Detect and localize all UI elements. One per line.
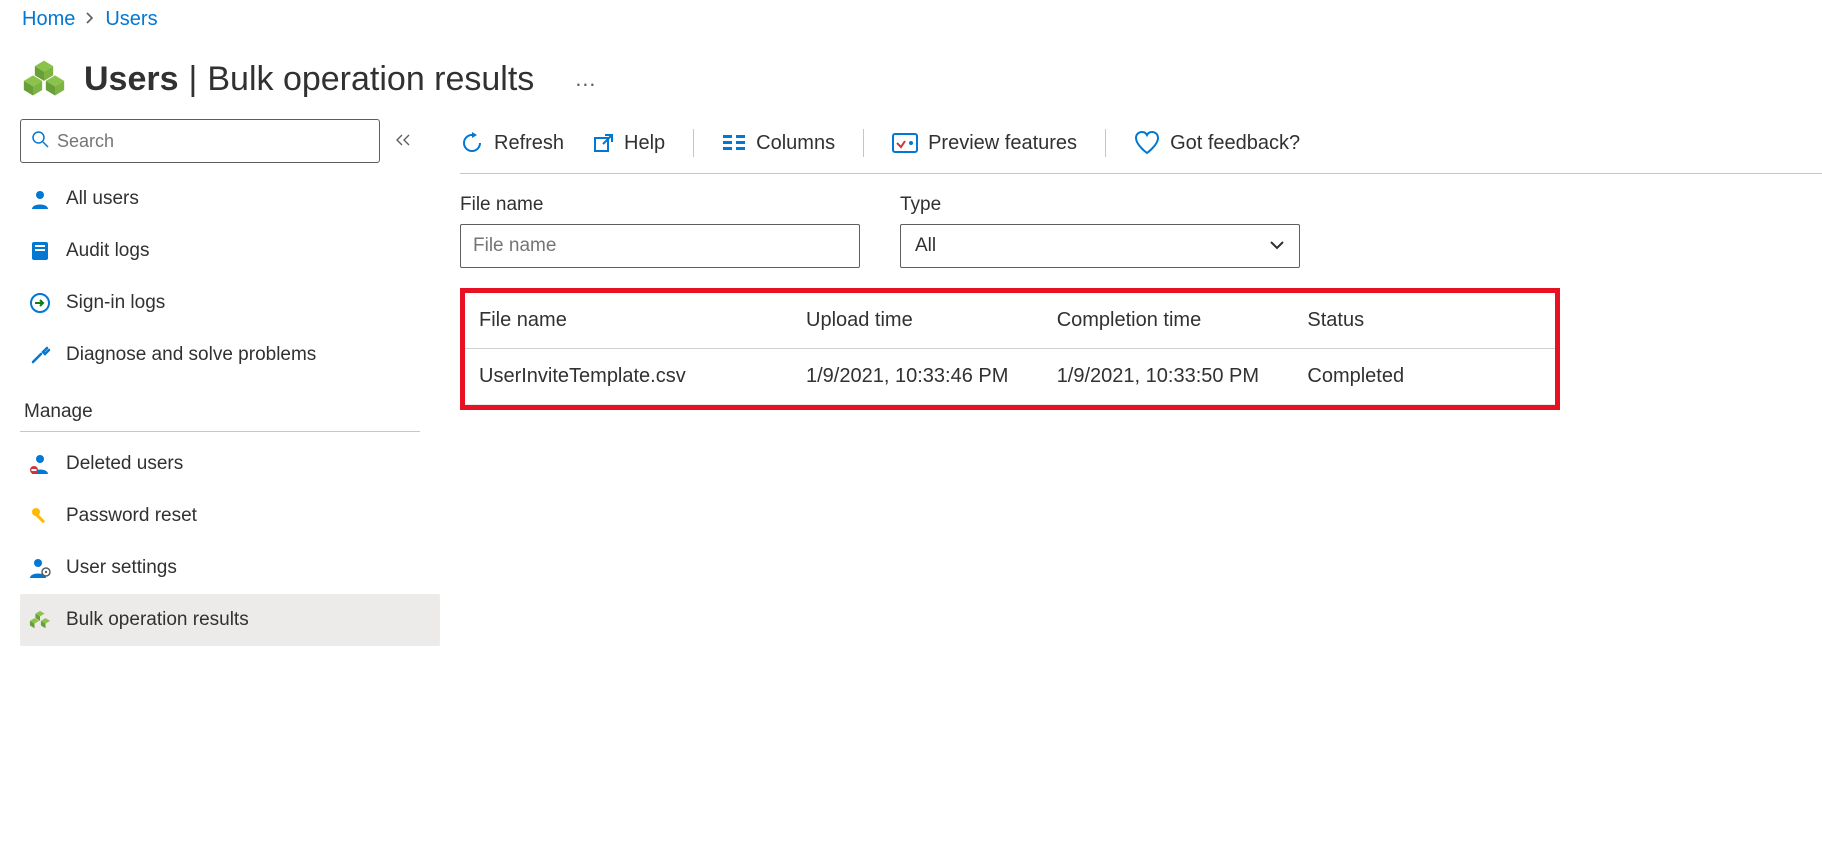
cell-status: Completed (1293, 349, 1555, 405)
page-title-rest: Bulk operation results (207, 60, 534, 99)
refresh-icon (460, 131, 484, 155)
help-button[interactable]: Help (592, 132, 665, 155)
preview-features-button[interactable]: Preview features (892, 132, 1077, 155)
filter-filename-input[interactable] (460, 224, 860, 268)
toolbar-separator (863, 129, 864, 157)
results-table: File name Upload time Completion time St… (465, 293, 1555, 405)
sidebar-item-bulk-operation-results[interactable]: Bulk operation results (20, 594, 440, 646)
divider (20, 431, 420, 432)
sidebar-search-input[interactable] (57, 131, 369, 152)
columns-icon (722, 133, 746, 153)
sidebar-item-password-reset[interactable]: Password reset (20, 490, 440, 542)
sidebar-item-label: Diagnose and solve problems (66, 344, 316, 366)
col-header-completion[interactable]: Completion time (1043, 293, 1294, 349)
breadcrumb: Home Users (0, 0, 1822, 39)
chevron-right-icon (85, 11, 95, 29)
filter-type-value: All (915, 235, 936, 257)
toolbar-label: Preview features (928, 132, 1077, 155)
page-header: Users | Bulk operation results … (0, 39, 1822, 119)
toolbar-label: Got feedback? (1170, 132, 1300, 155)
col-header-status[interactable]: Status (1293, 293, 1555, 349)
filter-type: Type All (900, 194, 1300, 268)
columns-button[interactable]: Columns (722, 132, 835, 155)
table-header-row: File name Upload time Completion time St… (465, 293, 1555, 349)
book-icon (28, 239, 52, 263)
main-content: Refresh Help Columns (440, 119, 1822, 646)
sidebar-item-label: Bulk operation results (66, 609, 249, 631)
cell-file: UserInviteTemplate.csv (465, 349, 792, 405)
sidebar-section-manage: Manage (24, 401, 440, 423)
title-separator: | (189, 60, 198, 99)
filter-type-label: Type (900, 194, 1300, 216)
filter-filename-label: File name (460, 194, 860, 216)
page-title: Users | Bulk operation results (84, 60, 534, 99)
toolbar-label: Columns (756, 132, 835, 155)
sidebar-item-label: User settings (66, 557, 177, 579)
more-icon[interactable]: … (574, 66, 598, 92)
heart-icon (1134, 131, 1160, 155)
sidebar-nav: All users Audit logs Sign-in logs Diagno… (20, 173, 440, 381)
sidebar-item-label: Audit logs (66, 240, 149, 262)
page-title-bold: Users (84, 60, 179, 99)
signin-icon (28, 291, 52, 315)
external-link-icon (592, 132, 614, 154)
feedback-button[interactable]: Got feedback? (1134, 131, 1300, 155)
sidebar-item-all-users[interactable]: All users (20, 173, 440, 225)
sidebar-item-audit-logs[interactable]: Audit logs (20, 225, 440, 277)
preview-icon (892, 133, 918, 153)
chevron-down-icon (1269, 237, 1285, 255)
toolbar-separator (1105, 129, 1106, 157)
refresh-button[interactable]: Refresh (460, 131, 564, 155)
cubes-icon (22, 57, 66, 101)
sidebar-item-label: Deleted users (66, 453, 183, 475)
collapse-sidebar-icon[interactable] (394, 131, 412, 152)
toolbar-label: Help (624, 132, 665, 155)
breadcrumb-users[interactable]: Users (105, 8, 157, 31)
table-row[interactable]: UserInviteTemplate.csv 1/9/2021, 10:33:4… (465, 349, 1555, 405)
col-header-file[interactable]: File name (465, 293, 792, 349)
user-gear-icon (28, 556, 52, 580)
sidebar-item-diagnose[interactable]: Diagnose and solve problems (20, 329, 440, 381)
person-icon (28, 187, 52, 211)
toolbar-label: Refresh (494, 132, 564, 155)
col-header-upload[interactable]: Upload time (792, 293, 1043, 349)
sidebar-item-label: Password reset (66, 505, 197, 527)
sidebar-item-label: All users (66, 188, 139, 210)
cell-upload: 1/9/2021, 10:33:46 PM (792, 349, 1043, 405)
search-icon (31, 130, 49, 153)
cubes-small-icon (28, 608, 52, 632)
deleted-user-icon (28, 452, 52, 476)
filter-filename: File name (460, 194, 860, 268)
toolbar: Refresh Help Columns (460, 119, 1822, 174)
cell-completion: 1/9/2021, 10:33:50 PM (1043, 349, 1294, 405)
wrench-icon (28, 343, 52, 367)
sidebar-manage-nav: Deleted users Password reset User settin… (20, 438, 440, 646)
key-icon (28, 504, 52, 528)
sidebar-search[interactable] (20, 119, 380, 163)
breadcrumb-home[interactable]: Home (22, 8, 75, 31)
filters: File name Type All (460, 174, 1822, 282)
toolbar-separator (693, 129, 694, 157)
sidebar-item-label: Sign-in logs (66, 292, 165, 314)
sidebar: All users Audit logs Sign-in logs Diagno… (0, 119, 440, 646)
results-highlight-box: File name Upload time Completion time St… (460, 288, 1560, 410)
sidebar-item-user-settings[interactable]: User settings (20, 542, 440, 594)
filter-type-select[interactable]: All (900, 224, 1300, 268)
sidebar-item-signin-logs[interactable]: Sign-in logs (20, 277, 440, 329)
sidebar-item-deleted-users[interactable]: Deleted users (20, 438, 440, 490)
